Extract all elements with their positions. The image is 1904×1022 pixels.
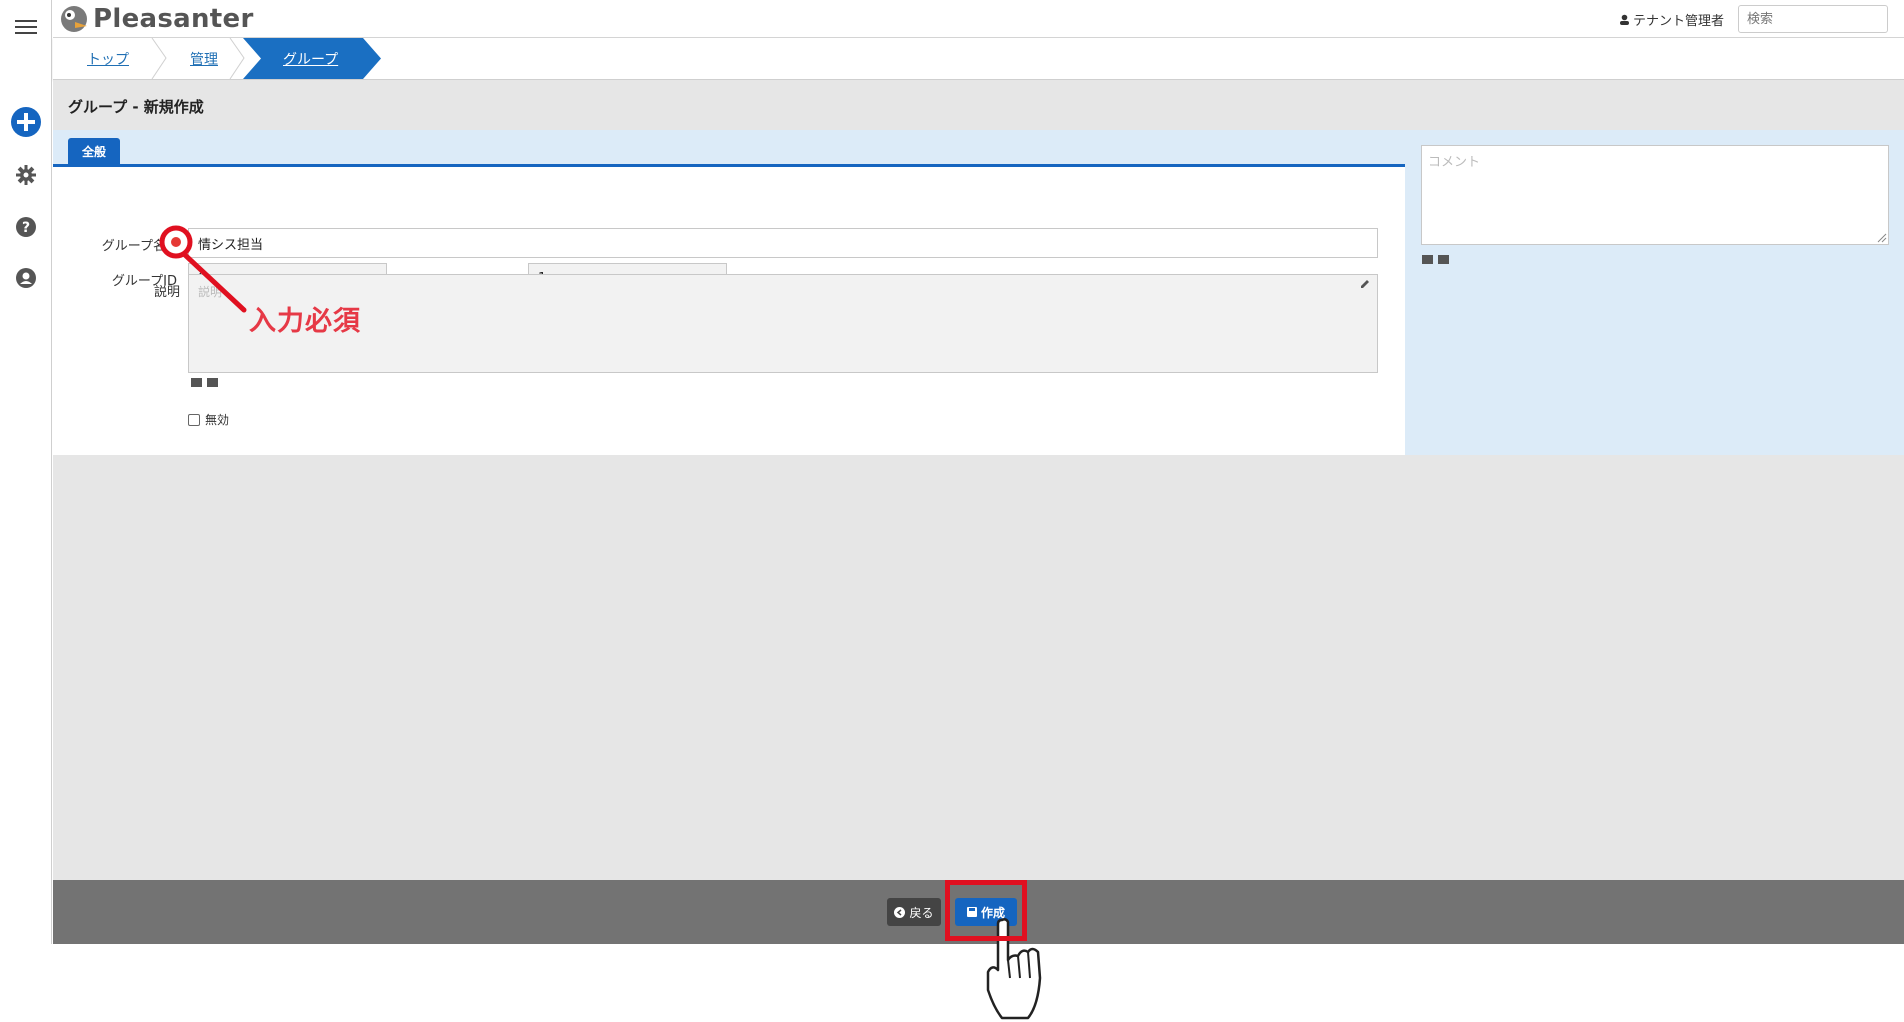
annotation-label: 入力必須 — [249, 306, 361, 337]
required-highlight-circle — [159, 225, 193, 259]
annotation-pointer-line — [181, 251, 247, 313]
annotation-overlay — [159, 225, 1042, 1020]
create-highlight-box — [945, 880, 1027, 941]
